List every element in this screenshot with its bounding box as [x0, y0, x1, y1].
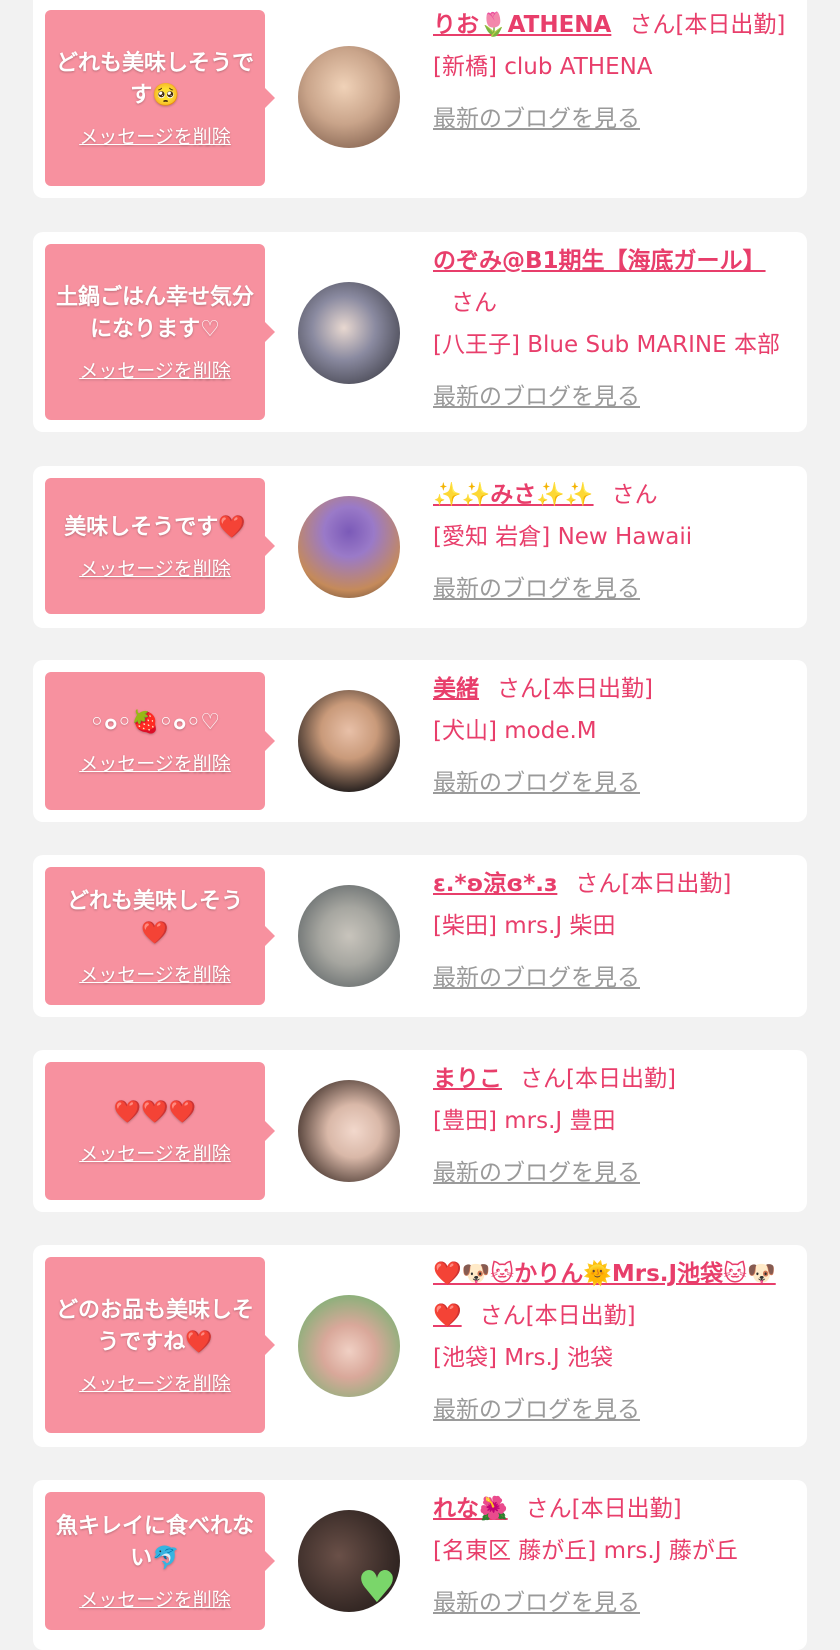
cast-name-link[interactable]: 美緒 [433, 676, 479, 702]
message-bubble: どれも美味しそうです🥺 メッセージを削除 [45, 10, 275, 186]
shop-name: [新橋] club ATHENA [433, 54, 653, 80]
avatar[interactable] [298, 885, 400, 987]
message-text: どれも美味しそう❤️ [66, 888, 243, 946]
name-line: ✨✨みさ✨✨ さん [433, 474, 797, 516]
message-text: 美味しそうです❤️ [64, 514, 246, 540]
message-card: どのお品も美味しそうですね❤️ メッセージを削除 ❤️🐶🐱かりん🌞Mrs.J池袋… [33, 1245, 807, 1447]
avatar[interactable]: ♥ [298, 1510, 400, 1612]
cast-info: 美緒 さん[本日出勤] [犬山] mode.M 最新のブログを見る [433, 668, 797, 804]
latest-blog-link[interactable]: 最新のブログを見る [433, 1152, 640, 1194]
message-card: どれも美味しそう❤️ メッセージを削除 ε.*ʚ涼ɞ*.з さん[本日出勤] [柴… [33, 855, 807, 1017]
message-card: 土鍋ごはん幸せ気分になります♡ メッセージを削除 のぞみ@B1期生【海底ガール】… [33, 232, 807, 432]
latest-blog-link[interactable]: 最新のブログを見る [433, 1582, 640, 1624]
message-card: どれも美味しそうです🥺 メッセージを削除 りお🌷ATHENA さん[本日出勤] [… [33, 0, 807, 198]
message-card: ◦๐◦🍓◦๐◦♡ メッセージを削除 美緒 さん[本日出勤] [犬山] mode.M… [33, 660, 807, 822]
cast-info: りお🌷ATHENA さん[本日出勤] [新橋] club ATHENA 最新のブロ… [433, 4, 797, 140]
message-bubble: 美味しそうです❤️ メッセージを削除 [45, 478, 275, 614]
latest-blog-link[interactable]: 最新のブログを見る [433, 98, 640, 140]
message-text: どのお品も美味しそうですね❤️ [55, 1297, 254, 1355]
cast-name-link[interactable]: ✨✨みさ✨✨ [433, 482, 594, 508]
cast-status: さん[本日出勤] [479, 1303, 636, 1329]
message-bubble: どれも美味しそう❤️ メッセージを削除 [45, 867, 275, 1005]
cast-name-link[interactable]: ε.*ʚ涼ɞ*.з [433, 871, 557, 897]
delete-message-link[interactable]: メッセージを削除 [79, 1585, 231, 1612]
cast-status: さん [451, 290, 497, 316]
cast-name-link[interactable]: れな🌺 [433, 1496, 508, 1522]
latest-blog-link[interactable]: 最新のブログを見る [433, 568, 640, 610]
message-card: ❤️❤️❤️ メッセージを削除 まりこ さん[本日出勤] [豊田] mrs.J 豊… [33, 1050, 807, 1212]
cast-info: まりこ さん[本日出勤] [豊田] mrs.J 豊田 最新のブログを見る [433, 1058, 797, 1194]
delete-message-link[interactable]: メッセージを削除 [79, 554, 231, 581]
shop-name: [八王子] Blue Sub MARINE 本部 [433, 332, 780, 358]
shop-name: [犬山] mode.M [433, 718, 597, 744]
cast-info: のぞみ@B1期生【海底ガール】さん [八王子] Blue Sub MARINE … [433, 240, 797, 418]
delete-message-link[interactable]: メッセージを削除 [79, 1139, 231, 1166]
cast-status: さん[本日出勤] [520, 1066, 676, 1092]
name-line: 美緒 さん[本日出勤] [433, 668, 797, 710]
shop-name: [愛知 岩倉] New Hawaii [433, 524, 693, 550]
message-bubble: ◦๐◦🍓◦๐◦♡ メッセージを削除 [45, 672, 275, 810]
cast-info: れな🌺 さん[本日出勤] [名東区 藤が丘] mrs.J 藤が丘 最新のブログを見… [433, 1488, 797, 1624]
avatar[interactable] [298, 496, 400, 598]
name-line: ε.*ʚ涼ɞ*.з さん[本日出勤] [433, 863, 797, 905]
heart-sticker-icon: ♥ [357, 1561, 397, 1613]
shop-name: [柴田] mrs.J 柴田 [433, 913, 616, 939]
cast-status: さん [611, 482, 658, 508]
delete-message-link[interactable]: メッセージを削除 [79, 960, 231, 987]
message-card: 魚キレイに食べれない🐬 メッセージを削除 ♥ れな🌺 さん[本日出勤] [名東区 … [33, 1480, 807, 1650]
avatar[interactable] [298, 690, 400, 792]
avatar[interactable] [298, 1080, 400, 1182]
cast-status: さん[本日出勤] [629, 12, 786, 38]
shop-name: [名東区 藤が丘] mrs.J 藤が丘 [433, 1538, 738, 1564]
name-line: れな🌺 さん[本日出勤] [433, 1488, 797, 1530]
shop-name: [池袋] Mrs.J 池袋 [433, 1345, 613, 1371]
cast-info: ✨✨みさ✨✨ さん [愛知 岩倉] New Hawaii 最新のブログを見る [433, 474, 797, 610]
name-line: のぞみ@B1期生【海底ガール】さん [433, 240, 797, 324]
delete-message-link[interactable]: メッセージを削除 [79, 749, 231, 776]
cast-status: さん[本日出勤] [525, 1496, 682, 1522]
message-bubble: 土鍋ごはん幸せ気分になります♡ メッセージを削除 [45, 244, 275, 420]
avatar[interactable] [298, 46, 400, 148]
message-bubble: 魚キレイに食べれない🐬 メッセージを削除 [45, 1492, 275, 1630]
cast-name-link[interactable]: まりこ [433, 1066, 502, 1092]
avatar[interactable] [298, 1295, 400, 1397]
cast-info: ε.*ʚ涼ɞ*.з さん[本日出勤] [柴田] mrs.J 柴田 最新のブログを見… [433, 863, 797, 999]
message-text: 魚キレイに食べれない🐬 [55, 1513, 254, 1571]
latest-blog-link[interactable]: 最新のブログを見る [433, 376, 640, 418]
name-line: まりこ さん[本日出勤] [433, 1058, 797, 1100]
message-text: どれも美味しそうです🥺 [55, 50, 254, 108]
name-line: りお🌷ATHENA さん[本日出勤] [433, 4, 797, 46]
message-bubble: ❤️❤️❤️ メッセージを削除 [45, 1062, 275, 1200]
latest-blog-link[interactable]: 最新のブログを見る [433, 957, 640, 999]
message-text: ◦๐◦🍓◦๐◦♡ [89, 709, 221, 735]
delete-message-link[interactable]: メッセージを削除 [79, 1369, 231, 1396]
message-bubble: どのお品も美味しそうですね❤️ メッセージを削除 [45, 1257, 275, 1433]
message-text: 土鍋ごはん幸せ気分になります♡ [55, 284, 254, 342]
latest-blog-link[interactable]: 最新のブログを見る [433, 762, 640, 804]
delete-message-link[interactable]: メッセージを削除 [79, 356, 231, 383]
cast-name-link[interactable]: りお🌷ATHENA [433, 12, 611, 38]
name-line: ❤️🐶🐱かりん🌞Mrs.J池袋🐱🐶❤️ さん[本日出勤] [433, 1253, 797, 1337]
cast-status: さん[本日出勤] [575, 871, 732, 897]
message-card: 美味しそうです❤️ メッセージを削除 ✨✨みさ✨✨ さん [愛知 岩倉] New … [33, 466, 807, 628]
cast-name-link[interactable]: のぞみ@B1期生【海底ガール】 [433, 248, 766, 274]
message-list: どれも美味しそうです🥺 メッセージを削除 りお🌷ATHENA さん[本日出勤] [… [0, 0, 840, 1650]
latest-blog-link[interactable]: 最新のブログを見る [433, 1389, 640, 1431]
shop-name: [豊田] mrs.J 豊田 [433, 1108, 616, 1134]
message-text: ❤️❤️❤️ [113, 1099, 197, 1125]
cast-info: ❤️🐶🐱かりん🌞Mrs.J池袋🐱🐶❤️ さん[本日出勤] [池袋] Mrs.J 池… [433, 1253, 797, 1431]
avatar[interactable] [298, 282, 400, 384]
cast-status: さん[本日出勤] [497, 676, 653, 702]
delete-message-link[interactable]: メッセージを削除 [79, 122, 231, 149]
